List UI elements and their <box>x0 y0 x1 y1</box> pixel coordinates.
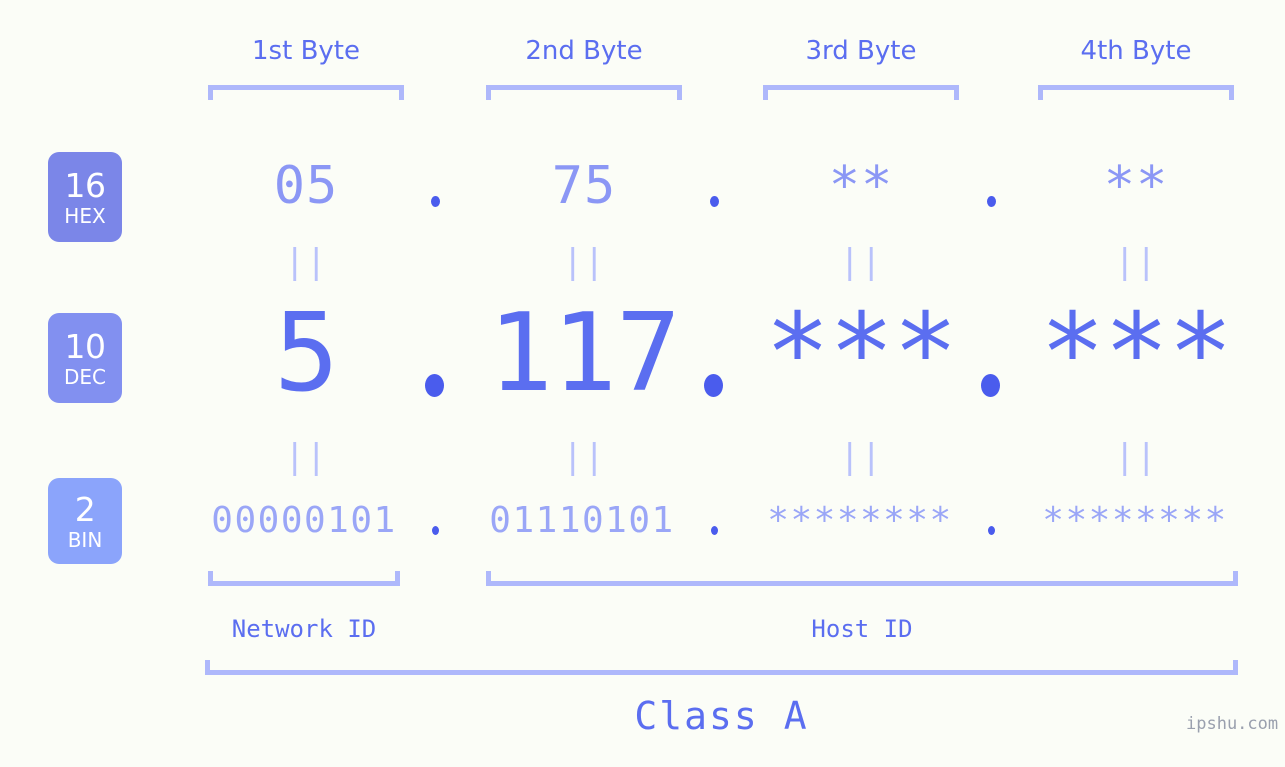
network-id-label: Network ID <box>231 615 377 643</box>
bin-separator-dot-1 <box>432 526 439 535</box>
equals-marker-hex-dec-4: || <box>1114 242 1158 282</box>
dec-byte-2-value: 117 <box>487 291 681 416</box>
dec-byte-4-value: *** <box>1039 291 1233 416</box>
host-id-label: Host ID <box>811 615 913 643</box>
byte-bracket-3 <box>763 85 959 100</box>
class-bracket <box>205 660 1238 675</box>
site-watermark: ipshu.com <box>1186 714 1279 734</box>
class-label: Class A <box>634 694 809 738</box>
bin-byte-1-value: 00000101 <box>211 500 397 541</box>
hex-byte-4-value: ** <box>1103 156 1169 216</box>
byte-header-4: 4th Byte <box>1080 36 1192 66</box>
dec-separator-dot-3 <box>981 374 1000 397</box>
network-id-bracket <box>208 571 400 586</box>
byte-bracket-4 <box>1038 85 1234 100</box>
base-badge-dec-number: 10 <box>64 326 107 366</box>
hex-separator-dot-2 <box>710 196 719 207</box>
base-badge-bin: 2 BIN <box>48 478 122 564</box>
equals-marker-dec-bin-3: || <box>839 437 883 477</box>
base-badge-hex-number: 16 <box>64 165 107 205</box>
ip-address-breakdown-diagram: 1st Byte 2nd Byte 3rd Byte 4th Byte 16 H… <box>0 0 1285 767</box>
bin-separator-dot-3 <box>988 526 995 535</box>
equals-marker-dec-bin-2: || <box>562 437 606 477</box>
base-badge-dec: 10 DEC <box>48 313 122 403</box>
hex-separator-dot-1 <box>431 196 440 207</box>
base-badge-bin-number: 2 <box>74 489 96 529</box>
byte-header-1: 1st Byte <box>252 36 360 66</box>
base-badge-hex: 16 HEX <box>48 152 122 242</box>
bin-byte-2-value: 01110101 <box>489 500 675 541</box>
hex-byte-3-value: ** <box>828 156 894 216</box>
byte-bracket-1 <box>208 85 404 100</box>
bin-byte-4-value: ******** <box>1042 500 1228 541</box>
dec-byte-1-value: 5 <box>273 291 339 416</box>
dec-separator-dot-2 <box>704 374 723 397</box>
equals-marker-hex-dec-3: || <box>839 242 883 282</box>
byte-bracket-2 <box>486 85 682 100</box>
hex-byte-2-value: 75 <box>551 156 617 216</box>
equals-marker-hex-dec-2: || <box>562 242 606 282</box>
dec-byte-3-value: *** <box>764 291 958 416</box>
hex-separator-dot-3 <box>987 196 996 207</box>
dec-separator-dot-1 <box>425 374 444 397</box>
host-id-bracket <box>486 571 1238 586</box>
byte-header-3: 3rd Byte <box>805 36 917 66</box>
bin-separator-dot-2 <box>711 526 718 535</box>
base-badge-dec-name: DEC <box>63 364 106 389</box>
bin-byte-3-value: ******** <box>767 500 953 541</box>
byte-header-2: 2nd Byte <box>525 36 643 66</box>
hex-byte-1-value: 05 <box>273 156 339 216</box>
equals-marker-hex-dec-1: || <box>284 242 328 282</box>
equals-marker-dec-bin-1: || <box>284 437 328 477</box>
base-badge-hex-name: HEX <box>64 203 106 228</box>
equals-marker-dec-bin-4: || <box>1114 437 1158 477</box>
base-badge-bin-name: BIN <box>67 527 103 552</box>
